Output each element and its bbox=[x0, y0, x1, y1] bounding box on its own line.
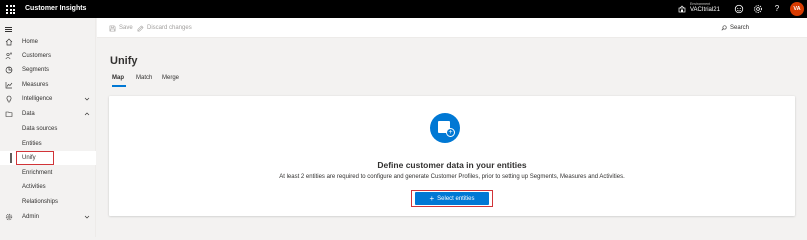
help-icon[interactable]: ? bbox=[772, 4, 782, 14]
hamburger-menu-icon[interactable] bbox=[5, 27, 12, 32]
tab-match[interactable]: Match bbox=[136, 73, 152, 83]
tab-map[interactable]: Map bbox=[112, 73, 124, 83]
select-entities-label: Select entities bbox=[437, 196, 475, 202]
search-label: Search bbox=[730, 25, 750, 31]
sidebar-item-segments[interactable]: Segments bbox=[0, 63, 96, 77]
segments-icon bbox=[5, 66, 13, 74]
discard-icon bbox=[137, 25, 144, 32]
sidebar-item-admin[interactable]: Admin bbox=[0, 210, 96, 224]
save-icon bbox=[109, 25, 116, 32]
tab-merge[interactable]: Merge bbox=[162, 73, 179, 83]
search-icon bbox=[721, 25, 727, 31]
empty-state-headline: Define customer data in your entities bbox=[377, 160, 527, 170]
sidebar-item-data-sources[interactable]: Data sources bbox=[0, 122, 96, 136]
sidebar-item-label: Measures bbox=[22, 82, 49, 88]
sidebar-item-label: Enrichment bbox=[22, 170, 53, 176]
save-label: Save bbox=[119, 25, 133, 31]
sidebar-item-label: Data bbox=[22, 111, 35, 117]
app-launcher-icon[interactable] bbox=[4, 3, 16, 15]
discard-label: Discard changes bbox=[147, 25, 192, 31]
sidebar-item-intelligence[interactable]: Intelligence bbox=[0, 92, 96, 106]
top-bar: Customer Insights Environment VACItrial2… bbox=[0, 0, 807, 18]
sidebar-item-entities[interactable]: Entities bbox=[0, 137, 96, 151]
unify-highlight-box bbox=[16, 151, 54, 165]
home-icon bbox=[5, 38, 13, 46]
chevron-up-icon bbox=[84, 112, 90, 116]
sidebar-item-label: Home bbox=[22, 39, 39, 45]
user-avatar[interactable]: VA bbox=[790, 2, 804, 16]
sidebar-item-label: Data sources bbox=[22, 126, 58, 132]
sidebar-item-label: Relationships bbox=[22, 199, 59, 205]
smiley-feedback-icon[interactable] bbox=[734, 4, 744, 14]
sidebar-item-label: Activities bbox=[22, 184, 46, 190]
app-title[interactable]: Customer Insights bbox=[25, 4, 86, 14]
data-icon bbox=[5, 111, 13, 117]
page-title: Unify bbox=[110, 55, 138, 67]
gear-icon bbox=[5, 213, 13, 221]
select-entities-button[interactable]: + Select entities bbox=[415, 192, 489, 205]
sidebar-item-label: Segments bbox=[22, 67, 50, 73]
sidebar-item-label: Intelligence bbox=[22, 96, 53, 102]
sidebar-item-home[interactable]: Home bbox=[0, 35, 96, 49]
sidebar-item-enrichment[interactable]: Enrichment bbox=[0, 166, 96, 180]
lightbulb-icon bbox=[6, 95, 12, 103]
measures-icon bbox=[5, 82, 13, 89]
selected-indicator bbox=[10, 153, 12, 163]
sidebar-item-relationships[interactable]: Relationships bbox=[0, 195, 96, 209]
add-entity-illustration-icon: + bbox=[430, 113, 460, 143]
sidebar-item-label: Entities bbox=[22, 141, 42, 147]
plus-icon: + bbox=[429, 194, 435, 203]
active-tab-indicator bbox=[112, 85, 126, 87]
sidebar-item-label: Customers bbox=[22, 53, 52, 59]
empty-state-description: At least 2 entities are required to conf… bbox=[279, 174, 625, 180]
sidebar-item-customers[interactable]: Customers bbox=[0, 49, 96, 63]
customers-icon bbox=[5, 52, 12, 60]
command-bar bbox=[97, 18, 807, 38]
sidebar-item-activities[interactable]: Activities bbox=[0, 180, 96, 194]
environment-name[interactable]: VACItrial21 bbox=[690, 6, 720, 14]
sidebar-item-measures[interactable]: Measures bbox=[0, 78, 96, 92]
chevron-down-icon bbox=[84, 97, 90, 101]
sidebar-item-label: Admin bbox=[22, 214, 40, 220]
settings-gear-icon[interactable] bbox=[753, 4, 763, 14]
sidebar-item-data[interactable]: Data bbox=[0, 107, 96, 121]
chevron-down-icon bbox=[84, 215, 90, 219]
environment-icon bbox=[678, 5, 686, 13]
